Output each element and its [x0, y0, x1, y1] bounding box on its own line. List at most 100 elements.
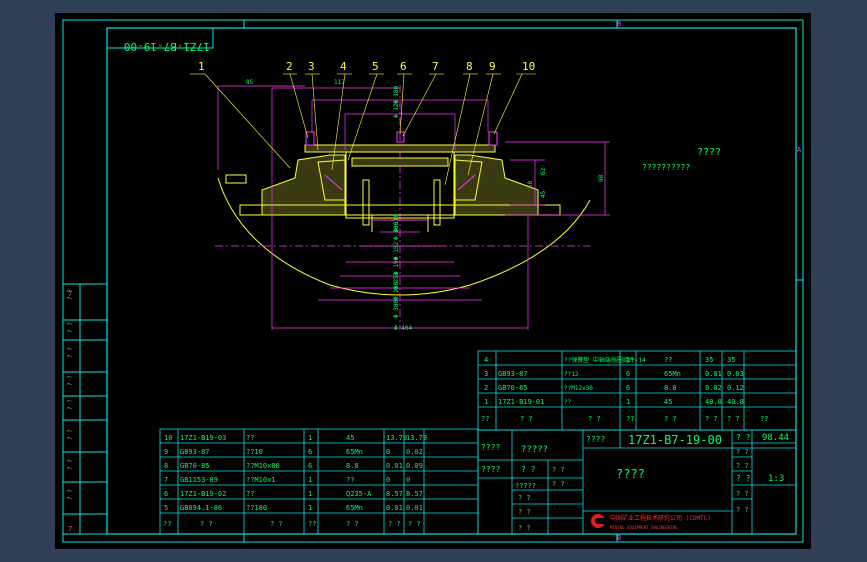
parts-right-no: 2 — [484, 384, 488, 392]
dim-v4: 98 — [598, 174, 605, 182]
parts-left-w2: 0 — [406, 476, 410, 484]
dim-d10: Φ 280 — [393, 282, 400, 300]
parts-left-header: ? ? — [408, 520, 421, 528]
parts-right-header: ? ? — [727, 415, 740, 423]
parts-right-material: 65Mn — [664, 370, 681, 378]
parts-left-qty: 1 — [308, 434, 312, 442]
left-strip-label: ? ? — [67, 489, 74, 500]
parts-left-w2: 0.09 — [406, 462, 423, 470]
part-name: ???? — [616, 467, 645, 481]
rotated-drawing-code: 17Z1-B7-19-00 — [124, 40, 210, 53]
scale-value: 1:3 — [768, 474, 784, 484]
parts-left-header: ? ? — [270, 520, 283, 528]
balloon-1: 1 — [198, 60, 205, 73]
tb-right-label: ? ? — [736, 448, 749, 456]
parts-right-header: ? ? — [520, 415, 533, 423]
parts-right-w2: 40.8 — [727, 398, 744, 406]
parts-left-qty: 1 — [308, 490, 312, 498]
parts-left-no: 10 — [164, 434, 172, 442]
tb-left-col1b: ????? — [521, 445, 548, 455]
company-name: 中国矿业工程技术研究公司 (CUMTC) — [610, 514, 711, 522]
parts-left-code: GB93-87 — [180, 448, 210, 456]
tech-note-text: ?????????? — [642, 163, 690, 172]
parts-right-no: 4 — [484, 356, 488, 364]
parts-left-w2: 0.02 — [406, 448, 423, 456]
parts-right-w2: 0.12 — [727, 384, 744, 392]
parts-right-w2: 0.03 — [727, 370, 744, 378]
left-strip-label: ? ? — [67, 289, 74, 300]
parts-left-header: ? ? — [200, 520, 213, 528]
dim-d2: 117 — [334, 79, 345, 86]
parts-left-name: ?? — [246, 490, 254, 498]
balloon-7: 7 — [432, 60, 439, 73]
dim-v1: 62 — [540, 167, 547, 175]
parts-right-w1: 0.01 — [705, 370, 722, 378]
weight-label: ? ? — [736, 433, 751, 442]
sleeve-collar — [351, 157, 449, 167]
parts-right-qty: 1 — [626, 356, 630, 364]
parts-left-code: 17Z1-B19-02 — [180, 490, 226, 498]
parts-right-qty: 6 — [626, 370, 630, 378]
zone-label-top: B — [617, 20, 621, 28]
left-strip-label: ? ? — [67, 347, 74, 358]
parts-left-code: GB70-85 — [180, 462, 210, 470]
tb-left-col2b: ? ? — [521, 465, 536, 474]
zone-label-left-bottom: 7 — [68, 525, 72, 533]
parts-right-no: 3 — [484, 370, 488, 378]
parts-left-no: 5 — [164, 504, 168, 512]
parts-left-name: ??M10x1 — [246, 476, 276, 484]
parts-left-w1: 0 — [386, 476, 390, 484]
parts-left-header: ?? — [308, 520, 316, 528]
parts-left-name: ??10 — [246, 448, 263, 456]
parts-right-no: 1 — [484, 398, 488, 406]
dim-v2: 45 — [540, 190, 547, 198]
parts-right-material: 8.8 — [664, 384, 677, 392]
parts-left-w1: 0.01 — [386, 462, 403, 470]
company-name-en: MINING EQUIPMENT ENGINEERING — [610, 525, 678, 530]
parts-right-w1: 40.8 — [705, 398, 722, 406]
tb-small-cell: ? ? — [518, 494, 531, 502]
parts-left-w1: 13.79 — [386, 434, 407, 442]
parts-left-material: 8.8 — [346, 462, 359, 470]
tb-small-cell: ? ? — [518, 524, 531, 532]
scale-label: ? ? — [736, 474, 751, 483]
parts-right-name: ?? — [564, 399, 572, 406]
parts-left-no: 7 — [164, 476, 168, 484]
parts-right-header: ?? — [760, 415, 768, 423]
tb-small-cell: ? ? — [518, 508, 531, 516]
parts-left-w2: 8.57 — [406, 490, 423, 498]
tech-note-title: ???? — [697, 147, 721, 158]
parts-left-w1: 8.57 — [386, 490, 403, 498]
tb-right-label: ? ? — [736, 490, 749, 498]
parts-right-header: ?? — [481, 415, 489, 423]
tb-right-label: ? ? — [736, 506, 749, 514]
weight-value: 98.44 — [762, 433, 789, 443]
dim-v3: 50 — [527, 180, 534, 188]
parts-right-name: ??弹簧垫 中轴端挡圈组件-14 — [564, 356, 646, 364]
balloon-2: 2 — [286, 60, 293, 73]
parts-right-header: ? ? — [705, 415, 718, 423]
balloon-4: 4 — [340, 60, 347, 73]
parts-left-w1: 0.01 — [386, 504, 403, 512]
zone-label-bottom: B — [617, 534, 621, 542]
parts-left-material: 65Mn — [346, 504, 363, 512]
parts-right-w1: 0.02 — [705, 384, 722, 392]
parts-left-header: ? ? — [388, 520, 401, 528]
parts-left-qty: 1 — [308, 504, 312, 512]
parts-right-code: GB93-87 — [498, 370, 528, 378]
parts-left-w2: 13.79 — [406, 434, 427, 442]
balloon-5: 5 — [372, 60, 379, 73]
left-strip-label: ? ? — [67, 459, 74, 470]
parts-right-header: ?? — [626, 415, 634, 423]
left-strip-label: ? ? — [67, 429, 74, 440]
parts-left-qty: 6 — [308, 448, 312, 456]
parts-left-header: ?? — [163, 520, 171, 528]
balloon-9: 9 — [489, 60, 496, 73]
tb-right-label: ? ? — [736, 462, 749, 470]
top-cover — [304, 144, 496, 153]
parts-left-no: 8 — [164, 462, 168, 470]
parts-right-w2: 35 — [727, 356, 735, 364]
drawing-no: 17Z1-B7-19-00 — [628, 433, 722, 447]
parts-left-material: 65Mn — [346, 448, 363, 456]
parts-left-material: ?? — [346, 476, 354, 484]
